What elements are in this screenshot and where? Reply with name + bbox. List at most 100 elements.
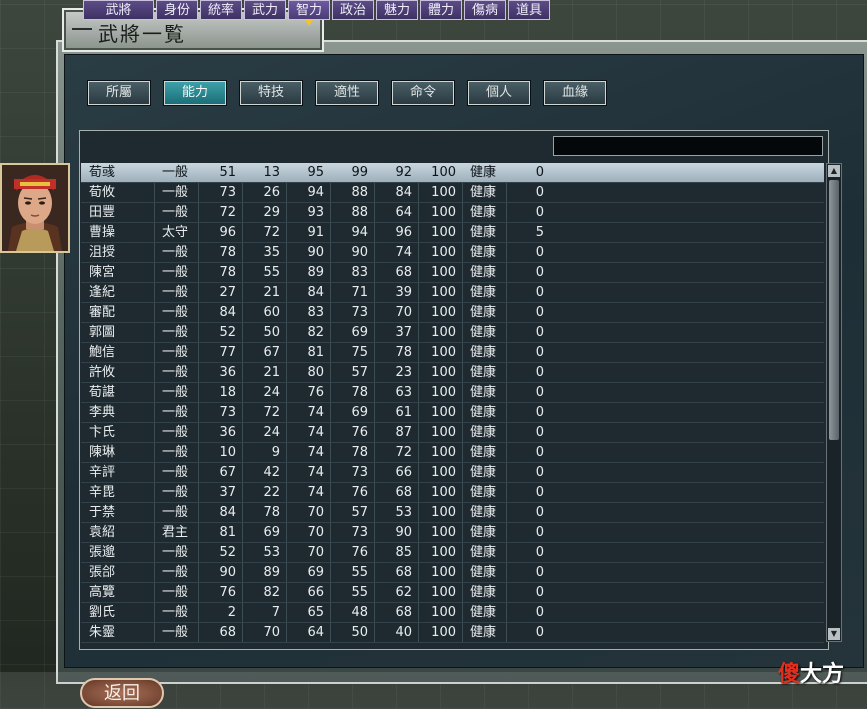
cell-health: 健康: [470, 205, 497, 220]
table-row[interactable]: 朱靈 一般 68 70 64 50 40 100 健康 0: [81, 623, 824, 643]
cell-war: 72: [263, 405, 280, 420]
back-button[interactable]: 返回: [80, 678, 164, 708]
cell-war: 22: [263, 485, 280, 500]
tab-ability[interactable]: 能力: [163, 80, 227, 106]
table-row[interactable]: 陳宮 一般 78 55 89 83 68 100 健康 0: [81, 263, 824, 283]
cell-charm: 53: [395, 505, 412, 520]
cell-war: 24: [263, 385, 280, 400]
cell-command: 18: [219, 385, 236, 400]
table-row[interactable]: 李典 一般 73 72 74 69 61 100 健康 0: [81, 403, 824, 423]
cell-stamina: 100: [431, 425, 456, 440]
table-row[interactable]: 曹操 太守 96 72 91 94 96 100 健康 5: [81, 223, 824, 243]
cell-command: 10: [219, 445, 236, 460]
cell-war: 26: [263, 185, 280, 200]
table-row[interactable]: 劉氏 一般 2 7 65 48 68 100 健康 0: [81, 603, 824, 623]
column-header-status[interactable]: 身份: [156, 0, 198, 20]
tab-orders[interactable]: 命令: [391, 80, 455, 106]
tab-aptitude[interactable]: 適性: [315, 80, 379, 106]
cell-health: 健康: [470, 305, 497, 320]
cell-war: 82: [263, 585, 280, 600]
triangle-down-icon: [305, 20, 313, 26]
chevron-down-icon[interactable]: ▼: [828, 628, 840, 640]
cell-stamina: 100: [431, 385, 456, 400]
table-row[interactable]: 于禁 一般 84 78 70 57 53 100 健康 0: [81, 503, 824, 523]
cell-politics: 78: [351, 385, 368, 400]
table-row[interactable]: 許攸 一般 36 21 80 57 23 100 健康 0: [81, 363, 824, 383]
cell-politics: 88: [351, 205, 368, 220]
watermark: 傻大方: [778, 656, 844, 688]
cell-health: 健康: [470, 425, 497, 440]
cell-war: 50: [263, 325, 280, 340]
cell-stamina: 100: [431, 405, 456, 420]
cell-charm: 40: [395, 625, 412, 640]
cell-items: 0: [535, 485, 544, 500]
cell-charm: 70: [395, 305, 412, 320]
chevron-up-icon[interactable]: ▲: [828, 165, 840, 177]
table-row[interactable]: 卞氏 一般 36 24 74 76 87 100 健康 0: [81, 423, 824, 443]
cell-name: 荀諶: [89, 385, 116, 400]
table-row[interactable]: 辛評 一般 67 42 74 73 66 100 健康 0: [81, 463, 824, 483]
column-header-health[interactable]: 傷病: [464, 0, 506, 20]
column-header-intelligence[interactable]: 智力: [288, 0, 330, 26]
column-header-charm[interactable]: 魅力: [376, 0, 418, 20]
column-header-command[interactable]: 統率: [200, 0, 242, 20]
column-header-stamina[interactable]: 體力: [420, 0, 462, 20]
cell-intelligence: 80: [307, 365, 324, 380]
tab-skills[interactable]: 特技: [239, 80, 303, 106]
column-header-items[interactable]: 道具: [508, 0, 550, 20]
scrollbar-thumb[interactable]: [829, 180, 839, 440]
cell-intelligence: 74: [307, 465, 324, 480]
table-row[interactable]: 張郃 一般 90 89 69 55 68 100 健康 0: [81, 563, 824, 583]
table-row[interactable]: 逢紀 一般 27 21 84 71 39 100 健康 0: [81, 283, 824, 303]
cell-politics: 76: [351, 545, 368, 560]
column-header-name[interactable]: 武將: [83, 0, 154, 20]
cell-intelligence: 74: [307, 425, 324, 440]
tab-personal[interactable]: 個人: [467, 80, 531, 106]
cell-war: 9: [271, 445, 280, 460]
cell-stamina: 100: [431, 465, 456, 480]
cell-intelligence: 81: [307, 345, 324, 360]
title-decoration: [72, 28, 92, 30]
cell-items: 0: [535, 625, 544, 640]
cell-name: 荀攸: [89, 185, 116, 200]
table-row[interactable]: 審配 一般 84 60 83 73 70 100 健康 0: [81, 303, 824, 323]
table-row[interactable]: 郭圖 一般 52 50 82 69 37 100 健康 0: [81, 323, 824, 343]
cell-name: 劉氏: [89, 605, 116, 620]
table-row[interactable]: 荀攸 一般 73 26 94 88 84 100 健康 0: [81, 183, 824, 203]
cell-status: 一般: [162, 445, 189, 460]
cell-items: 0: [535, 405, 544, 420]
cell-health: 健康: [470, 265, 497, 280]
cell-items: 0: [535, 345, 544, 360]
table-row[interactable]: 荀諶 一般 18 24 76 78 63 100 健康 0: [81, 383, 824, 403]
cell-health: 健康: [470, 525, 497, 540]
cell-command: 76: [219, 585, 236, 600]
table-row[interactable]: 沮授 一般 78 35 90 90 74 100 健康 0: [81, 243, 824, 263]
watermark-rest: 大方: [800, 661, 845, 687]
column-header-politics[interactable]: 政治: [332, 0, 374, 20]
cell-items: 0: [535, 185, 544, 200]
cell-items: 0: [535, 605, 544, 620]
cell-intelligence: 94: [307, 185, 324, 200]
cell-politics: 83: [351, 265, 368, 280]
cell-health: 健康: [470, 565, 497, 580]
table-row[interactable]: 陳琳 一般 10 9 74 78 72 100 健康 0: [81, 443, 824, 463]
table-row[interactable]: 田豐 一般 72 29 93 88 64 100 健康 0: [81, 203, 824, 223]
table-scrollbar[interactable]: ▲ ▼: [826, 163, 842, 642]
cell-command: 52: [219, 325, 236, 340]
table-row[interactable]: 辛毘 一般 37 22 74 76 68 100 健康 0: [81, 483, 824, 503]
tab-affiliation[interactable]: 所屬: [87, 80, 151, 106]
cell-politics: 55: [351, 565, 368, 580]
cell-name: 辛毘: [89, 485, 116, 500]
cell-status: 一般: [162, 305, 189, 320]
cell-charm: 68: [395, 485, 412, 500]
table-row[interactable]: 高覽 一般 76 82 66 55 62 100 健康 0: [81, 583, 824, 603]
cell-command: 36: [219, 365, 236, 380]
table-row[interactable]: 荀彧 一般 51 13 95 99 92 100 健康 0: [81, 163, 824, 183]
cell-health: 健康: [470, 165, 497, 180]
cell-command: 52: [219, 545, 236, 560]
table-row[interactable]: 鮑信 一般 77 67 81 75 78 100 健康 0: [81, 343, 824, 363]
table-row[interactable]: 袁紹 君主 81 69 70 73 90 100 健康 0: [81, 523, 824, 543]
column-header-war[interactable]: 武力: [244, 0, 286, 20]
table-row[interactable]: 張邈 一般 52 53 70 76 85 100 健康 0: [81, 543, 824, 563]
tab-bloodline[interactable]: 血緣: [543, 80, 607, 106]
